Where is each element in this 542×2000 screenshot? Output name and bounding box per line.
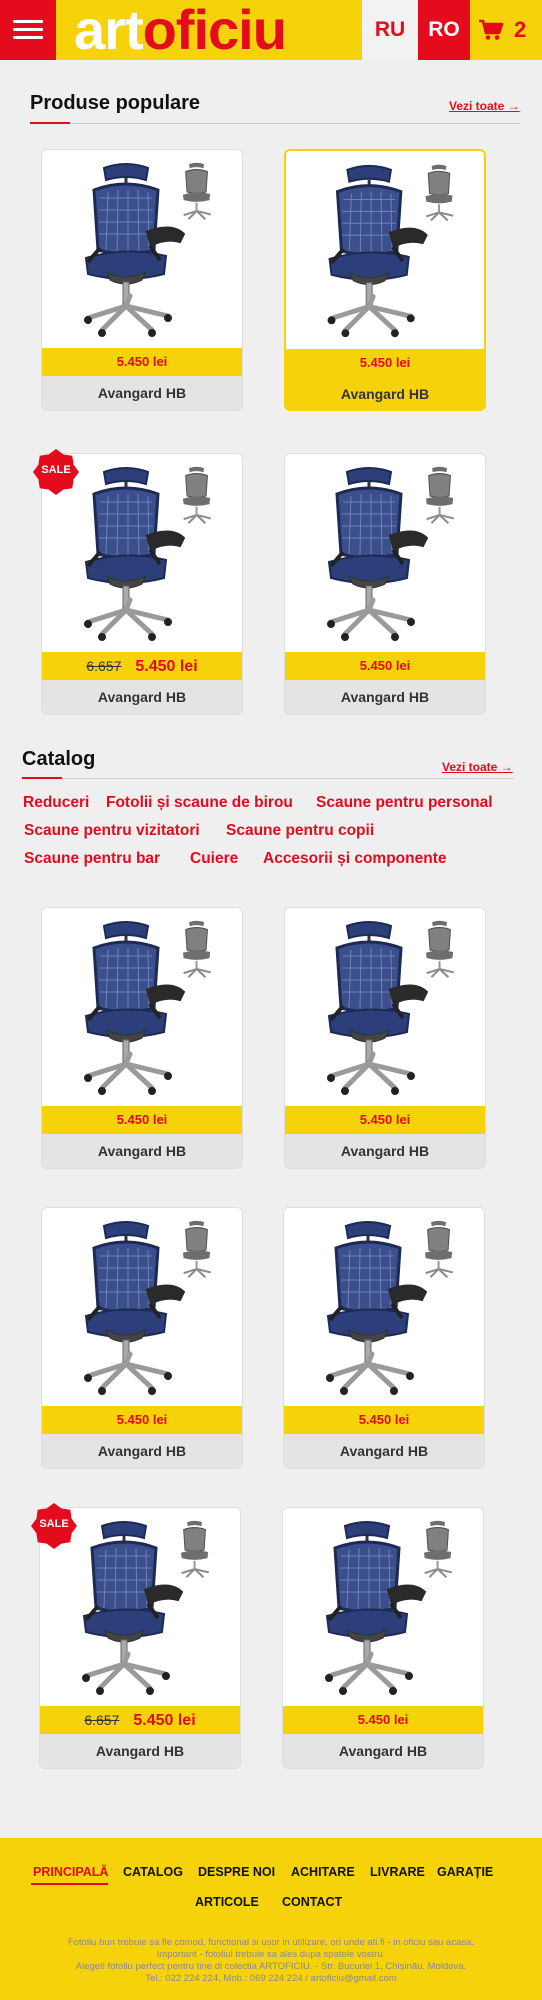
- product-price: 5.450 lei: [42, 1406, 242, 1434]
- product-old-price: 6.657: [86, 658, 122, 674]
- cart-icon: [479, 19, 504, 40]
- footer-nav-articole[interactable]: ARTICOLE: [195, 1895, 259, 1909]
- product-card[interactable]: 5.450 lei Avangard HB: [282, 1507, 484, 1769]
- footer-nav-active-underline: [31, 1883, 108, 1885]
- product-card[interactable]: 5.450 lei Avangard HB: [283, 1207, 485, 1469]
- product-image[interactable]: [283, 1508, 483, 1706]
- product-name[interactable]: Avangard HB: [286, 377, 484, 409]
- product-name[interactable]: Avangard HB: [42, 680, 242, 714]
- product-price: 6.657 5.450 lei: [40, 1706, 240, 1734]
- logo-oficiu: oficiu: [142, 0, 287, 61]
- product-price: 5.450 lei: [284, 1406, 484, 1434]
- product-price: 5.450 lei: [42, 348, 242, 376]
- category-accesorii-componente[interactable]: Accesorii și componente: [263, 850, 446, 868]
- footer-text-3: Alegeti fotoliu perfect pentru tine di c…: [75, 1961, 467, 1972]
- product-price: 5.450 lei: [285, 1106, 485, 1134]
- lang-ro-button[interactable]: RO: [418, 0, 470, 60]
- product-card[interactable]: 5.450 lei Avangard HB: [284, 907, 486, 1169]
- logo[interactable]: artoficiu: [74, 0, 287, 61]
- footer-nav-achitare[interactable]: ACHITARE: [291, 1865, 355, 1879]
- category-scaune-bar[interactable]: Scaune pentru bar: [24, 850, 160, 868]
- footer-nav-principala[interactable]: PRINCIPALĂ: [33, 1865, 108, 1879]
- footer-nav-catalog[interactable]: CATALOG: [123, 1865, 183, 1879]
- catalog-accent: [22, 777, 62, 779]
- product-card[interactable]: 5.450 lei Avangard HB: [284, 453, 486, 715]
- popular-accent: [30, 122, 70, 124]
- sale-badge: SALE: [31, 1503, 77, 1549]
- product-price: 5.450 lei: [42, 1106, 242, 1134]
- product-price: 5.450 lei: [286, 349, 484, 377]
- product-image[interactable]: [285, 454, 485, 652]
- footer-text-4: Tel.: 022 224 224, Mob.: 069 224 224 / a…: [145, 1973, 397, 1984]
- lang-ru-button[interactable]: RU: [362, 0, 418, 60]
- category-scaune-personal[interactable]: Scaune pentru personal: [316, 794, 493, 812]
- product-price: 5.450 lei: [283, 1706, 483, 1734]
- product-image[interactable]: [42, 1208, 242, 1406]
- category-scaune-copii[interactable]: Scaune pentru copii: [226, 822, 374, 840]
- cart-button[interactable]: 2: [470, 0, 542, 60]
- product-new-price: 5.450 lei: [133, 1712, 196, 1729]
- popular-title: Produse populare: [30, 92, 201, 114]
- footer-nav-despre-noi[interactable]: DESPRE NOI: [198, 1865, 275, 1879]
- catalog-view-all-link[interactable]: Vezi toate →: [442, 760, 513, 774]
- product-name[interactable]: Avangard HB: [42, 1134, 242, 1168]
- category-fotolii-scaune-birou[interactable]: Fotolii și scaune de birou: [106, 794, 293, 812]
- footer-nav-contact[interactable]: CONTACT: [282, 1895, 342, 1909]
- product-price: 6.657 5.450 lei: [42, 652, 242, 680]
- sale-label: SALE: [41, 464, 71, 476]
- product-name[interactable]: Avangard HB: [42, 1434, 242, 1468]
- hamburger-icon[interactable]: [0, 0, 56, 60]
- product-name[interactable]: Avangard HB: [283, 1734, 483, 1768]
- category-scaune-vizitatori[interactable]: Scaune pentru vizitatori: [24, 822, 200, 840]
- footer-text-2: Important - fotoliul trebuie sa ales dup…: [156, 1949, 386, 1960]
- product-image[interactable]: [42, 150, 242, 348]
- footer-text-1: Fotoliu bun trebuie sa fie comod, functi…: [67, 1937, 475, 1948]
- category-cuiere[interactable]: Cuiere: [190, 850, 238, 868]
- product-price: 5.450 lei: [285, 652, 485, 680]
- product-name[interactable]: Avangard HB: [285, 1134, 485, 1168]
- category-reduceri[interactable]: Reduceri: [23, 794, 89, 812]
- product-image[interactable]: [286, 151, 484, 349]
- header: artoficiu RU RO 2: [0, 0, 542, 60]
- footer: PRINCIPALĂ CATALOG DESPRE NOI ACHITARE L…: [0, 1838, 542, 2000]
- popular-divider: [30, 123, 520, 124]
- catalog-title: Catalog: [22, 748, 96, 770]
- cart-count-badge: 2: [514, 17, 527, 42]
- sale-badge: SALE: [33, 449, 79, 495]
- footer-nav-garantie[interactable]: GARAȚIE: [437, 1865, 493, 1879]
- product-image[interactable]: [42, 908, 242, 1106]
- product-card[interactable]: 5.450 lei Avangard HB: [41, 149, 243, 411]
- product-name[interactable]: Avangard HB: [284, 1434, 484, 1468]
- product-new-price: 5.450 lei: [135, 658, 198, 675]
- product-image[interactable]: [284, 1208, 484, 1406]
- product-old-price: 6.657: [84, 1712, 120, 1728]
- product-card[interactable]: 5.450 lei Avangard HB: [41, 907, 243, 1169]
- catalog-divider: [22, 778, 514, 779]
- product-card[interactable]: 5.450 lei Avangard HB: [41, 1207, 243, 1469]
- footer-nav-livrare[interactable]: LIVRARE: [370, 1865, 425, 1879]
- product-name[interactable]: Avangard HB: [42, 376, 242, 410]
- logo-art: art: [74, 0, 144, 61]
- product-name[interactable]: Avangard HB: [40, 1734, 240, 1768]
- popular-view-all-link[interactable]: Vezi toate →: [449, 99, 520, 113]
- product-card[interactable]: 5.450 lei Avangard HB: [284, 149, 486, 411]
- sale-label: SALE: [39, 1518, 69, 1530]
- product-name[interactable]: Avangard HB: [285, 680, 485, 714]
- product-image[interactable]: [285, 908, 485, 1106]
